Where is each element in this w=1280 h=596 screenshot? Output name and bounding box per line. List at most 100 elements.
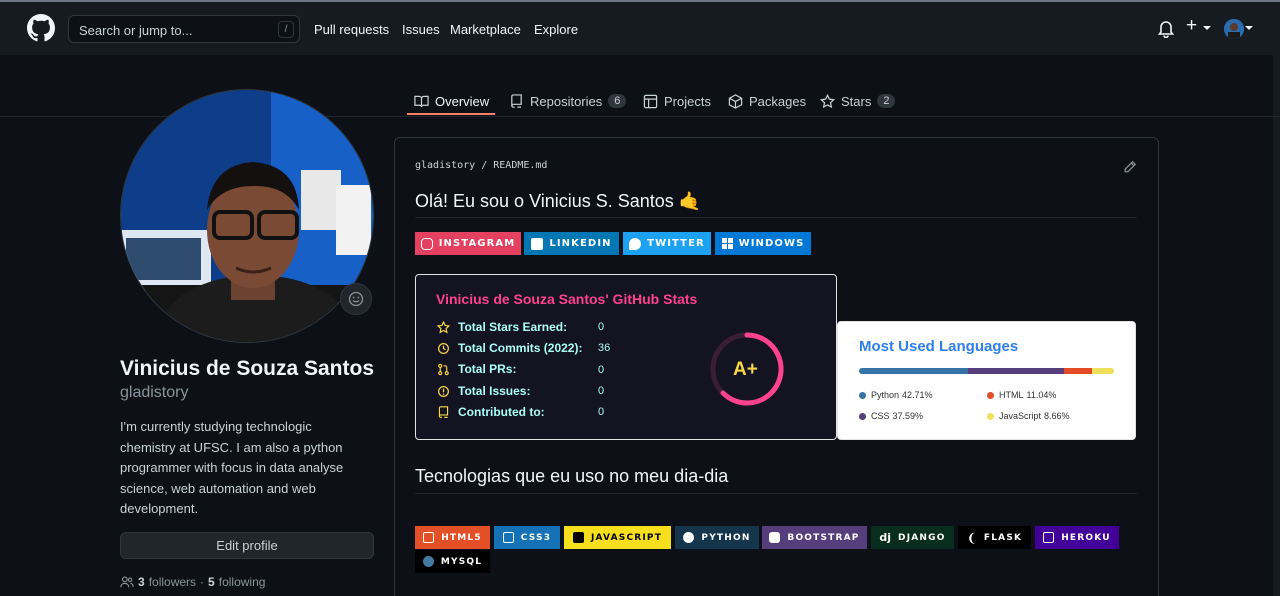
- smiley-icon: [348, 291, 364, 307]
- heading-rule: [415, 217, 1137, 218]
- mysql-badge-label: MYSQL: [440, 556, 483, 567]
- css3-badge[interactable]: CSS3: [494, 526, 560, 549]
- edit-pencil-icon[interactable]: [1123, 160, 1137, 174]
- bootstrap-badge[interactable]: BOOTSTRAP: [762, 526, 867, 549]
- windows-logo-icon: [721, 238, 733, 249]
- language-name: HTML: [999, 390, 1024, 400]
- package-icon: [728, 93, 743, 109]
- flask-badge[interactable]: ❨ FLASK: [958, 526, 1031, 549]
- bootstrap-badge-label: BOOTSTRAP: [787, 532, 860, 543]
- tab-projects-label: Projects: [664, 93, 711, 109]
- profile-bio: I'm currently studying technologic chemi…: [120, 419, 344, 516]
- linkedin-badge[interactable]: LINKEDIN: [524, 232, 619, 255]
- global-header: Search or jump to... / Pull requests Iss…: [0, 2, 1280, 55]
- heroku-badge-label: HEROKU: [1061, 532, 1111, 543]
- python-badge[interactable]: PYTHON: [675, 526, 759, 549]
- language-python: Python 42.71%: [859, 390, 933, 400]
- github-logo-icon[interactable]: [27, 14, 55, 42]
- stat-label: Total Stars Earned:: [458, 320, 568, 334]
- instagram-badge-label: INSTAGRAM: [438, 238, 516, 249]
- stats-title: Vinicius de Souza Santos' GitHub Stats: [436, 291, 698, 307]
- html5-icon: [423, 532, 435, 543]
- book-icon: [414, 95, 429, 107]
- python-color-dot: [859, 391, 866, 399]
- javascript-badge-label: JAVASCRIPT: [590, 532, 663, 543]
- user-menu-caret-icon[interactable]: [1245, 26, 1253, 30]
- repositories-count-badge: 6: [608, 94, 627, 108]
- nav-marketplace[interactable]: Marketplace: [450, 22, 521, 37]
- search-placeholder: Search or jump to...: [79, 23, 193, 38]
- language-javascript: JavaScript 8.66%: [987, 411, 1070, 421]
- issue-icon: [438, 385, 449, 397]
- language-percent: 37.59%: [892, 411, 924, 421]
- windows-badge[interactable]: WINDOWS: [715, 232, 811, 255]
- selected-tab-indicator: [407, 113, 495, 115]
- instagram-badge[interactable]: INSTAGRAM: [415, 232, 521, 255]
- nav-explore[interactable]: Explore: [534, 22, 578, 37]
- twitter-badge[interactable]: TWITTER: [623, 232, 711, 255]
- css3-badge-label: CSS3: [520, 532, 552, 543]
- readme-path[interactable]: gladistory / README.md: [415, 160, 547, 171]
- followers-separator: ·: [200, 575, 205, 589]
- bootstrap-icon: [769, 532, 781, 543]
- stat-label: Total PRs:: [458, 362, 517, 376]
- project-icon: [643, 94, 658, 108]
- html-color-dot: [987, 391, 994, 399]
- create-new-plus-icon[interactable]: +: [1186, 15, 1197, 37]
- twitter-bird-icon: [629, 237, 642, 250]
- tab-packages-label: Packages: [749, 93, 807, 109]
- html5-badge[interactable]: HTML5: [415, 526, 490, 549]
- heroku-badge[interactable]: HEROKU: [1035, 526, 1119, 549]
- stars-count-badge: 2: [877, 94, 896, 108]
- star-icon: [820, 93, 835, 108]
- css-color-dot: [859, 412, 866, 420]
- language-bar-segment-python: [859, 368, 968, 374]
- edit-profile-button[interactable]: Edit profile: [120, 532, 374, 559]
- css3-icon: [502, 532, 514, 543]
- readme-heading: Olá! Eu sou o Vinicius S. Santos 🤙: [415, 191, 702, 211]
- pull-request-icon: [438, 363, 449, 375]
- heroku-icon: [1043, 532, 1055, 543]
- following-link[interactable]: following: [219, 575, 266, 589]
- tech-heading-rule: [415, 493, 1137, 494]
- javascript-icon: [572, 532, 584, 543]
- linkedin-badge-label: LINKEDIN: [549, 238, 612, 249]
- django-badge-label: DJANGO: [898, 532, 946, 543]
- profile-avatar[interactable]: [120, 89, 374, 343]
- tab-overview-label: Overview: [435, 93, 490, 109]
- page-scrollbar[interactable]: [1273, 55, 1280, 596]
- django-badge[interactable]: dj DJANGO: [871, 526, 954, 549]
- nav-issues[interactable]: Issues: [402, 22, 440, 37]
- nav-pull-requests[interactable]: Pull requests: [314, 22, 389, 37]
- star-icon: [437, 320, 450, 333]
- tab-overview[interactable]: Overview: [414, 87, 489, 115]
- tab-packages[interactable]: Packages: [728, 87, 806, 115]
- create-caret-icon[interactable]: [1203, 26, 1211, 30]
- tab-projects[interactable]: Projects: [643, 87, 711, 115]
- stat-row-stars: Total Stars Earned:: [437, 319, 567, 335]
- followers-link[interactable]: followers: [149, 575, 196, 589]
- language-percent: 8.66%: [1044, 411, 1070, 421]
- set-status-button[interactable]: [340, 283, 372, 315]
- stat-row-prs: Total PRs:: [437, 361, 516, 377]
- tab-stars[interactable]: Stars 2: [820, 87, 896, 115]
- stat-value-contributed: 0: [598, 406, 605, 418]
- following-count[interactable]: 5: [208, 575, 215, 589]
- javascript-badge[interactable]: JAVASCRIPT: [564, 526, 671, 549]
- javascript-color-dot: [987, 412, 994, 420]
- html5-badge-label: HTML5: [441, 532, 482, 543]
- user-avatar[interactable]: [1224, 19, 1244, 39]
- tab-repositories[interactable]: Repositories 6: [509, 87, 627, 115]
- tab-stars-label: Stars: [841, 93, 872, 109]
- tab-repositories-label: Repositories: [530, 93, 603, 109]
- stat-row-contributed: Contributed to:: [437, 404, 545, 420]
- mysql-badge[interactable]: MYSQL: [415, 550, 490, 573]
- notifications-bell-icon[interactable]: [1158, 20, 1174, 38]
- followers-count[interactable]: 3: [138, 575, 145, 589]
- tech-heading: Tecnologias que eu uso no meu dia-dia: [415, 466, 729, 486]
- search-input[interactable]: Search or jump to... /: [68, 15, 300, 43]
- profile-username: gladistory: [120, 384, 189, 401]
- stat-value-issues: 0: [598, 385, 605, 397]
- language-bar-segment-css: [967, 368, 1064, 374]
- stat-value-commits: 36: [598, 342, 611, 354]
